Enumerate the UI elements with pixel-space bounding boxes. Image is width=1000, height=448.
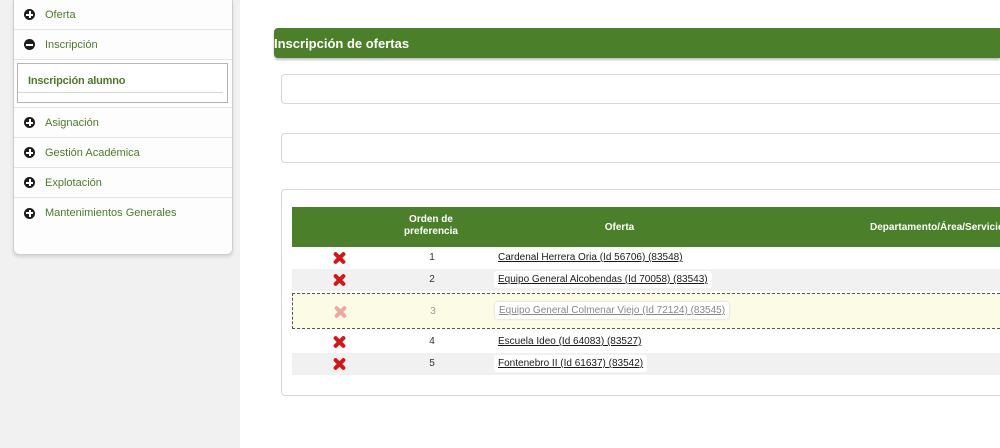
offer-link[interactable]: Equipo General Alcobendas (Id 70058) (83… (494, 271, 712, 288)
delete-icon[interactable] (333, 251, 346, 264)
sidebar-item-inscripcion[interactable]: Inscripción (14, 30, 232, 60)
offers-table: Orden de preferencia Oferta Departamento… (292, 207, 1000, 375)
sidebar-item-gestion-academica[interactable]: Gestión Académica (14, 138, 232, 168)
sidebar-item-label: Explotación (45, 176, 102, 189)
offer-link[interactable]: Cardenal Herrera Oria (Id 56706) (83548) (494, 249, 687, 266)
order-number: 3 (430, 306, 436, 317)
plus-circle-icon (24, 207, 35, 219)
sidebar-item-label: Oferta (45, 8, 76, 21)
order-number: 2 (429, 274, 435, 285)
offer-link[interactable]: Equipo General Colmenar Viejo (Id 72124)… (495, 302, 730, 319)
column-header-oferta: Oferta (604, 222, 635, 233)
page-title: Inscripción de ofertas (274, 28, 1000, 58)
sidebar-item-label: Asignación (45, 116, 99, 129)
table-row[interactable]: 4 Escuela Ideo (Id 64083) (83527) (292, 331, 1000, 353)
plus-circle-icon (24, 9, 35, 20)
sidebar-item-asignacion[interactable]: Asignación (14, 108, 232, 138)
column-header-departamento: Departamento/Área/Servicio (870, 222, 1000, 233)
delete-icon[interactable] (333, 335, 346, 348)
delete-icon[interactable] (333, 357, 346, 370)
column-header-orden: Orden de preferencia (404, 214, 458, 237)
sidebar-item-label: Gestión Académica (45, 146, 140, 159)
sidebar-subitem-inscripcion-alumno[interactable]: Inscripción alumno (18, 72, 223, 93)
sidebar-item-label: Inscripción (45, 38, 98, 51)
order-number: 5 (429, 358, 435, 369)
table-row[interactable]: 1 Cardenal Herrera Oria (Id 56706) (8354… (292, 247, 1000, 269)
filter-panel-2 (281, 133, 1000, 163)
table-row[interactable]: 2 Equipo General Alcobendas (Id 70058) (… (292, 269, 1000, 291)
table-row[interactable]: 5 Fontenebro II (Id 61637) (83542) (292, 353, 1000, 375)
plus-circle-icon (24, 177, 35, 188)
plus-circle-icon (24, 147, 35, 158)
order-number: 4 (429, 336, 435, 347)
sidebar-item-oferta[interactable]: Oferta (14, 0, 232, 30)
plus-circle-icon (24, 117, 35, 128)
offer-link[interactable]: Escuela Ideo (Id 64083) (83527) (494, 333, 646, 350)
filter-panel-1 (281, 74, 1000, 104)
order-number: 1 (429, 252, 435, 263)
delete-icon[interactable] (334, 305, 347, 318)
delete-icon[interactable] (333, 273, 346, 286)
sidebar-submenu-inscripcion: Inscripción alumno (14, 60, 232, 108)
minus-circle-icon (24, 39, 35, 50)
sidebar-item-label: Mantenimientos Generales (45, 207, 177, 219)
page-title-text: Inscripción de ofertas (274, 36, 410, 51)
sidebar-item-mantenimientos-generales[interactable]: Mantenimientos Generales (14, 198, 232, 228)
submenu-box: Inscripción alumno (17, 63, 228, 103)
sidebar-menu: Oferta Inscripción Inscripción alumno As… (13, 0, 233, 255)
table-row-dragging[interactable]: 3 Equipo General Colmenar Viejo (Id 7212… (292, 293, 1000, 329)
offer-link[interactable]: Fontenebro II (Id 61637) (83542) (494, 355, 648, 372)
table-header: Orden de preferencia Oferta Departamento… (292, 207, 1000, 247)
sidebar-item-explotacion[interactable]: Explotación (14, 168, 232, 198)
